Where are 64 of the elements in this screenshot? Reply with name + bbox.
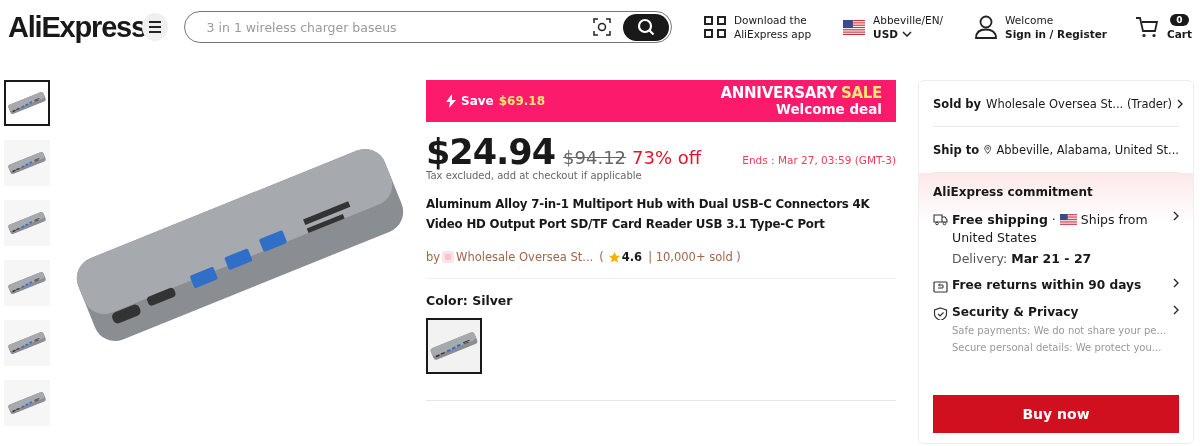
by-label: by (426, 250, 441, 264)
cart-icon (1135, 16, 1159, 38)
chevron-down-icon (901, 31, 912, 37)
tax-note: Tax excluded, add at checkout if applicable (426, 170, 643, 181)
chevron-right-icon (1173, 211, 1179, 221)
locale-selector[interactable]: Abbeville/EN/ USD (843, 13, 944, 41)
search-input[interactable]: 3 in 1 wireless charger baseus (204, 18, 593, 36)
chevron-right-icon (1177, 98, 1184, 109)
star-icon (608, 251, 620, 263)
product-thumbnail[interactable] (4, 320, 50, 366)
deal-label: Welcome deal (775, 101, 882, 117)
sale-title: ANNIVERSARY (720, 85, 837, 101)
rating-value: 4.6 (621, 250, 643, 264)
qr-code-icon (704, 16, 726, 38)
store-link[interactable]: Wholesale Oversea St... (456, 250, 594, 264)
sold-count: | 10,000+ sold ) (648, 250, 741, 264)
us-flag-icon (843, 19, 866, 35)
product-thumbnail[interactable] (4, 260, 50, 306)
security-title: Security & Privacy (952, 305, 1080, 319)
returns-title: Free returns within 90 days (952, 278, 1143, 292)
ship-to-label: Ship to (933, 142, 980, 157)
product-title: Aluminum Alloy 7-in-1 Multiport Hub with Dual USB-C Connectors 4K Video HD Output Port SD/TF Card Reader USB 3.1 Type-C Port (426, 196, 871, 233)
sale-end-time: Ends : Mar 27, 03:59 (GMT-3) (742, 154, 896, 166)
store-icon (442, 251, 455, 263)
security-note: Secure personal details: We protect you... (952, 342, 1163, 353)
security-note: Safe payments: We do not share your pe... (952, 325, 1168, 336)
location-pin-icon (984, 143, 992, 156)
search-button[interactable] (623, 13, 669, 41)
chevron-right-icon (1173, 278, 1179, 288)
cart-link[interactable]: 0 Cart (1135, 14, 1192, 40)
seller-link[interactable]: Wholesale Oversea St... (Trader) (986, 96, 1173, 111)
color-swatch[interactable] (426, 318, 482, 374)
shield-check-icon (933, 307, 948, 320)
commitment-title: AliExpress commitment (933, 185, 1094, 199)
cart-count-badge: 0 (1170, 14, 1189, 26)
save-amount: $69.18 (498, 94, 545, 108)
search-icon (637, 18, 655, 36)
color-label: Color: Silver (426, 293, 514, 308)
us-flag-icon (1059, 214, 1077, 225)
paren: ( (599, 250, 604, 264)
delivery-date: Mar 21 - 27 (1011, 251, 1092, 266)
current-price: $24.94 (426, 132, 556, 172)
product-thumbnail[interactable] (4, 380, 50, 426)
app-download-link[interactable]: Download the AliExpress app (704, 13, 812, 41)
user-icon (975, 15, 998, 39)
menu-icon (147, 21, 162, 33)
ship-to-link[interactable]: Abbeville, Alabama, United St... (996, 142, 1179, 157)
return-box-icon (933, 280, 948, 293)
buy-now-button[interactable]: Buy now (933, 395, 1179, 433)
lightning-icon (446, 94, 456, 108)
save-label: Save (461, 94, 494, 108)
account-link[interactable]: Welcome Sign in / Register (975, 13, 1107, 41)
image-search-icon (593, 18, 611, 36)
sold-by-label: Sold by (933, 96, 982, 111)
chevron-right-icon (1173, 305, 1179, 315)
shipping-info: Free shipping · Ships from United States (952, 211, 1149, 247)
product-thumbnail[interactable] (4, 80, 50, 126)
product-thumbnail[interactable] (4, 140, 50, 186)
product-thumbnail[interactable] (4, 200, 50, 246)
discount-label: 73% off (632, 147, 702, 168)
original-price: $94.12 (563, 147, 627, 168)
truck-icon (933, 213, 948, 226)
delivery-label: Delivery: (952, 251, 1008, 266)
sale-highlight: SALE (840, 85, 882, 101)
